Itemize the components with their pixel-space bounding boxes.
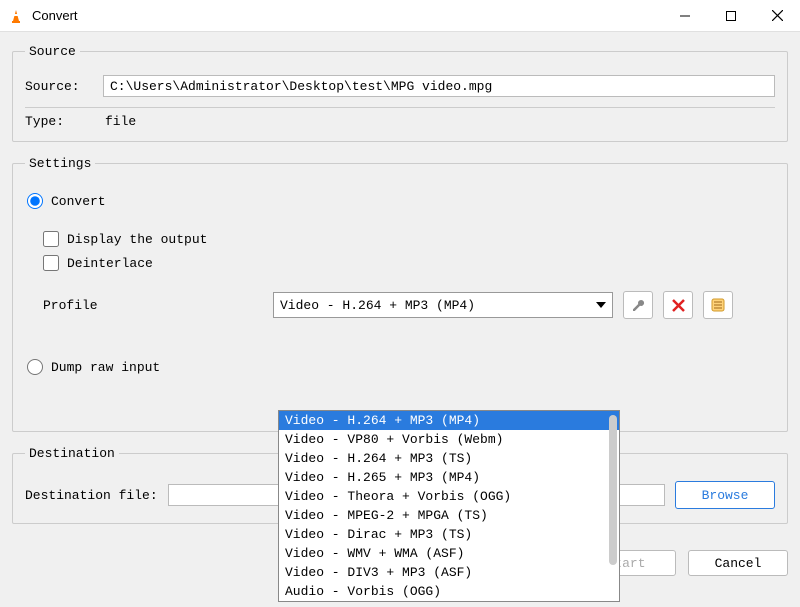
deinterlace-label: Deinterlace [67,256,153,271]
profile-option[interactable]: Video - WMV + WMA (ASF) [279,544,619,563]
edit-profile-button[interactable] [623,291,653,319]
profile-label: Profile [43,298,263,313]
dump-radio-label: Dump raw input [51,360,160,375]
convert-radio-input[interactable] [27,193,43,209]
browse-button[interactable]: Browse [675,481,775,509]
type-label: Type: [25,114,103,129]
title-bar: Convert [0,0,800,32]
profile-option[interactable]: Video - H.264 + MP3 (MP4) [279,411,619,430]
profile-option[interactable]: Audio - Vorbis (OGG) [279,582,619,601]
profile-option[interactable]: Video - MPEG-2 + MPGA (TS) [279,506,619,525]
display-output-checkbox[interactable]: Display the output [43,231,775,247]
settings-legend: Settings [25,156,95,171]
convert-radio[interactable]: Convert [27,193,775,209]
profile-option[interactable]: Video - DIV3 + MP3 (ASF) [279,563,619,582]
profile-combobox[interactable]: Video - H.264 + MP3 (MP4) [273,292,613,318]
cancel-button[interactable]: Cancel [688,550,788,576]
source-label: Source: [25,79,103,94]
dump-radio[interactable]: Dump raw input [27,359,775,375]
dump-radio-input[interactable] [27,359,43,375]
profile-option[interactable]: Video - Theora + Vorbis (OGG) [279,487,619,506]
delete-icon [672,299,685,312]
settings-group: Settings Convert Display the output Dein… [12,156,788,432]
minimize-button[interactable] [662,0,708,32]
type-value: file [103,114,136,129]
display-output-label: Display the output [67,232,207,247]
source-group: Source Source: Type: file [12,44,788,142]
source-legend: Source [25,44,80,59]
delete-profile-button[interactable] [663,291,693,319]
destination-file-label: Destination file: [25,488,158,503]
vlc-icon [8,8,24,24]
chevron-down-icon [596,302,606,308]
deinterlace-checkbox-input[interactable] [43,255,59,271]
source-input[interactable] [103,75,775,97]
dropdown-scrollbar[interactable] [609,415,617,565]
profile-selected-text: Video - H.264 + MP3 (MP4) [280,298,475,313]
divider [25,107,775,108]
profile-option[interactable]: Video - H.265 + MP3 (MP4) [279,468,619,487]
profile-option[interactable]: Video - Dirac + MP3 (TS) [279,525,619,544]
cancel-button-label: Cancel [715,556,762,571]
profile-dropdown-list[interactable]: Video - H.264 + MP3 (MP4)Video - VP80 + … [278,410,620,602]
profile-option[interactable]: Video - VP80 + Vorbis (Webm) [279,430,619,449]
destination-legend: Destination [25,446,119,461]
wrench-icon [631,298,646,313]
profile-option[interactable]: Video - H.264 + MP3 (TS) [279,449,619,468]
new-profile-button[interactable] [703,291,733,319]
convert-radio-label: Convert [51,194,106,209]
close-button[interactable] [754,0,800,32]
list-icon [711,298,725,312]
display-output-checkbox-input[interactable] [43,231,59,247]
window-title: Convert [32,8,662,23]
maximize-button[interactable] [708,0,754,32]
deinterlace-checkbox[interactable]: Deinterlace [43,255,775,271]
browse-button-label: Browse [702,488,749,503]
